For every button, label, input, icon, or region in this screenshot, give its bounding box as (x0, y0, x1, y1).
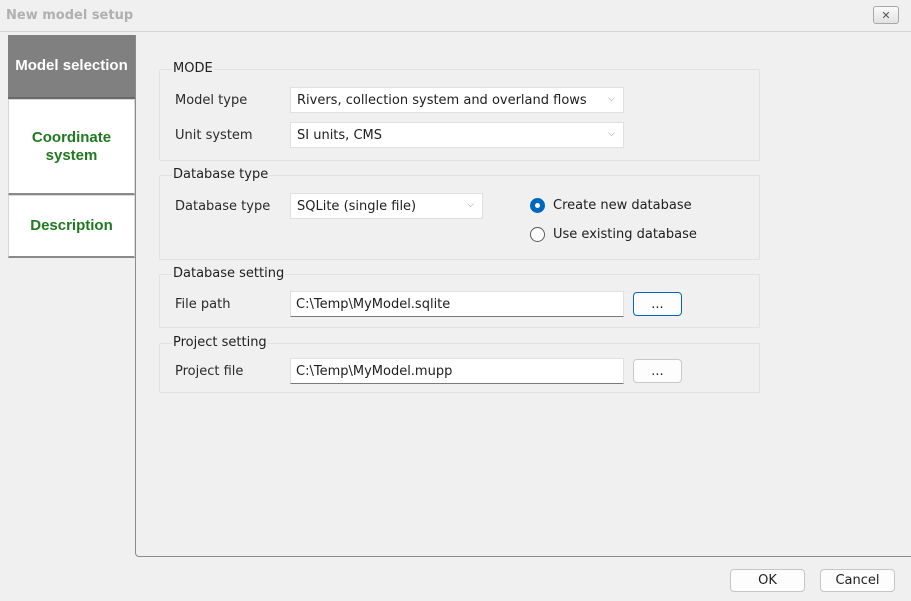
tab-label: Coordinate system (31, 128, 112, 164)
project-file-label: Project file (175, 364, 244, 379)
ellipsis-icon: ... (651, 296, 664, 312)
model-type-label: Model type (175, 93, 248, 108)
ok-label: OK (758, 573, 777, 588)
radio-checked-icon (530, 198, 545, 213)
unit-system-label: Unit system (175, 128, 253, 143)
database-type-group: Database type Database type SQLite (sing… (159, 167, 760, 260)
project-setting-group: Project setting Project file C:\Temp\MyM… (159, 335, 760, 393)
tab-label: Description (30, 217, 113, 234)
file-path-label: File path (175, 297, 231, 312)
cancel-label: Cancel (835, 573, 880, 588)
radio-label: Use existing database (553, 227, 697, 242)
database-type-label: Database type (175, 199, 271, 214)
sidebar: Model selection Coordinate system Descri… (8, 35, 135, 555)
content-panel: MODE Model type Rivers, collection syste… (135, 35, 911, 557)
file-path-value: C:\Temp\MyModel.sqlite (296, 296, 451, 312)
ok-button[interactable]: OK (730, 569, 805, 592)
group-title: MODE (172, 61, 214, 76)
tab-model-selection[interactable]: Model selection (8, 35, 135, 99)
group-title: Database setting (172, 266, 286, 281)
group-title: Project setting (172, 335, 268, 350)
ellipsis-icon: ... (651, 363, 664, 379)
window-title: New model setup (6, 8, 134, 23)
database-type-value: SQLite (single file) (297, 198, 417, 214)
title-bar: New model setup ✕ (0, 0, 911, 32)
chevron-down-icon: ⌵ (608, 94, 615, 104)
radio-unchecked-icon (530, 227, 545, 242)
database-setting-group: Database setting File path C:\Temp\MyMod… (159, 266, 760, 328)
file-path-input[interactable]: C:\Temp\MyModel.sqlite (290, 291, 624, 317)
model-type-select[interactable]: Rivers, collection system and overland f… (290, 87, 624, 113)
browse-file-path-button[interactable]: ... (633, 292, 682, 316)
close-icon: ✕ (881, 8, 891, 22)
browse-project-file-button[interactable]: ... (633, 359, 682, 383)
project-file-input[interactable]: C:\Temp\MyModel.mupp (290, 358, 624, 384)
new-model-setup-dialog: New model setup ✕ Model selection Coordi… (0, 0, 911, 601)
radio-label: Create new database (553, 198, 692, 213)
unit-system-value: SI units, CMS (297, 127, 382, 143)
group-title: Database type (172, 167, 270, 182)
create-new-database-radio[interactable]: Create new database (530, 198, 692, 213)
project-file-value: C:\Temp\MyModel.mupp (296, 363, 453, 379)
chevron-down-icon: ⌵ (467, 200, 474, 210)
close-button[interactable]: ✕ (873, 6, 899, 24)
tab-label: Model selection (15, 57, 128, 74)
database-type-select[interactable]: SQLite (single file) ⌵ (290, 193, 483, 219)
model-type-value: Rivers, collection system and overland f… (297, 92, 587, 108)
unit-system-select[interactable]: SI units, CMS ⌵ (290, 122, 624, 148)
tab-description[interactable]: Description (8, 195, 135, 258)
chevron-down-icon: ⌵ (608, 129, 615, 139)
cancel-button[interactable]: Cancel (820, 569, 895, 592)
tab-coordinate-system[interactable]: Coordinate system (8, 99, 135, 195)
use-existing-database-radio[interactable]: Use existing database (530, 227, 697, 242)
mode-group: MODE Model type Rivers, collection syste… (159, 61, 760, 161)
